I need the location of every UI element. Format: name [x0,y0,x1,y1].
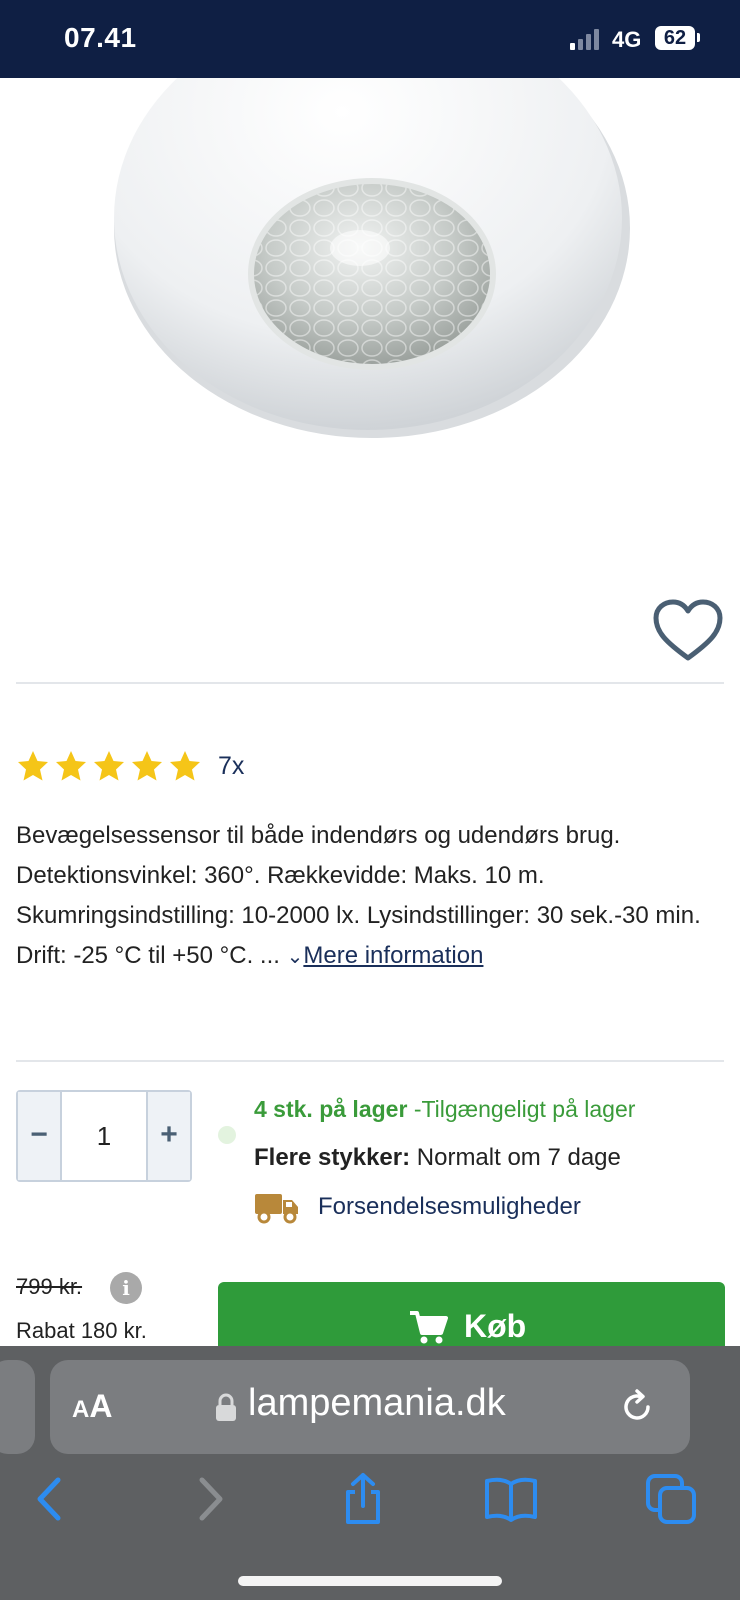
buy-label: Køb [464,1308,527,1344]
home-indicator [238,1576,502,1586]
tabs-icon[interactable] [644,1472,698,1526]
rating[interactable]: 7x [16,746,244,786]
star-icon [170,751,200,781]
battery-icon: 62 [655,26,695,50]
star-icon [18,751,48,781]
address-bar[interactable]: AA lampemania.dk [50,1360,690,1454]
aa-large-label: A [89,1388,113,1424]
lock-icon [216,1393,236,1421]
more-units-label: Flere stykker: [254,1144,411,1171]
browser-toolbar: AA lampemania.dk [0,1346,740,1600]
previous-tab-peek[interactable] [0,1360,35,1454]
status-bar: 07.41 4G 62 [0,0,740,78]
stock-indicator-dot [218,1126,236,1144]
aa-small-label: A [72,1396,90,1423]
star-icon [56,751,86,781]
cart-icon [410,1310,448,1343]
clock: 07.41 [64,22,137,53]
old-price: 799 kr. [16,1274,83,1299]
shipping-label: Forsendelsesmuligheder [318,1193,581,1220]
increase-quantity-button[interactable]: + [146,1092,190,1180]
more-units-info: Flere stykker: Normalt om 7 dage [254,1144,621,1172]
stock-availability: -Tilgængeligt på lager [413,1096,636,1122]
info-icon[interactable]: i [110,1272,142,1304]
rating-count: 7x [218,751,245,780]
signal-icon [570,29,599,50]
product-image[interactable] [0,78,740,598]
stock-count: 4 stk. på lager [254,1096,408,1122]
quantity-stepper: − 1 + [16,1090,192,1182]
chevron-down-icon[interactable]: ⌄ [287,946,304,968]
product-description: Bevægelsessensor til både indendørs og u… [16,816,716,977]
discount-label: Rabat 180 kr. [16,1318,147,1343]
more-information-link[interactable]: Mere information [303,942,483,969]
forward-icon[interactable] [182,1472,236,1526]
truck-icon [255,1194,298,1224]
bookmarks-icon[interactable] [484,1472,538,1526]
divider [16,1060,724,1062]
reload-icon[interactable] [618,1388,656,1426]
decrease-quantity-button[interactable]: − [18,1092,62,1180]
star-icon [132,751,162,781]
rating-stars [16,749,206,783]
network-label: 4G [612,27,642,52]
stock-status: 4 stk. på lager -Tilgængeligt på lager [254,1096,635,1123]
quantity-input[interactable]: 1 [62,1092,146,1180]
heart-icon[interactable] [652,598,724,664]
more-units-value: Normalt om 7 dage [416,1144,621,1171]
url-domain[interactable]: lampemania.dk [248,1382,506,1425]
share-icon[interactable] [336,1472,390,1526]
shipping-options-link[interactable]: Forsendelsesmuligheder [254,1190,581,1224]
battery-nub [697,33,700,42]
divider [16,682,724,684]
back-icon[interactable] [24,1472,78,1526]
reader-settings-button[interactable]: AA [72,1388,112,1425]
star-icon [94,751,124,781]
